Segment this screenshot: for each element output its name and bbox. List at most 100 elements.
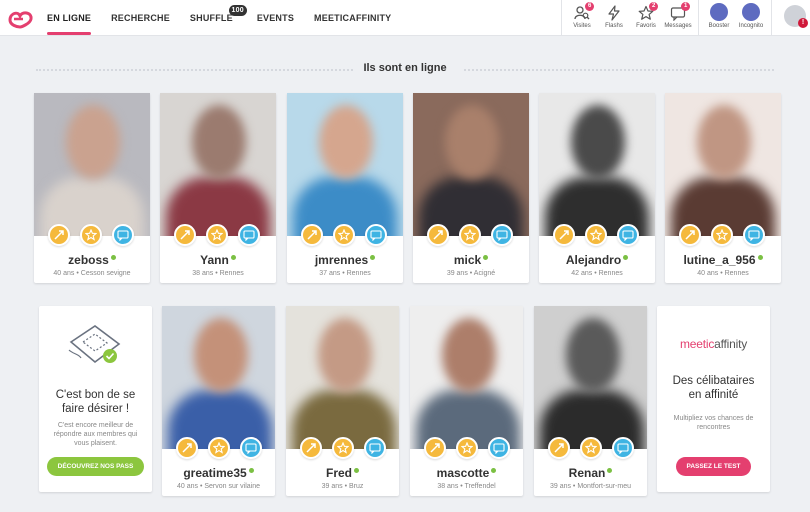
nav-meeticaffinity[interactable]: MEETICAFFINITY [314,0,391,36]
profile-photo[interactable] [413,93,529,236]
profile-name-row[interactable]: Renan [534,466,647,480]
tool-visites[interactable]: 6 Visites [566,0,598,36]
profile-photo[interactable] [410,306,523,449]
add-favorite-button[interactable] [206,224,228,246]
send-message-button[interactable] [617,224,639,246]
profile-name-row[interactable]: mick [413,253,529,267]
profile-card[interactable]: jmrennes 37 ans • Rennes [287,93,403,283]
send-flash-button[interactable] [679,224,701,246]
profile-photo[interactable] [665,93,781,236]
profile-card[interactable]: Fred 39 ans • Bruz [286,306,399,496]
photo-head [66,105,120,179]
divider [698,0,699,36]
nav-shuffle[interactable]: SHUFFLE 100 [190,0,247,36]
nav-recherche[interactable]: RECHERCHE [111,0,170,36]
profile-card[interactable]: mick 39 ans • Acigné [413,93,529,283]
send-message-button[interactable] [112,224,134,246]
add-favorite-button[interactable] [333,224,355,246]
meetic-logo[interactable] [6,7,36,29]
profile-card[interactable]: mascotte 38 ans • Treffendel [410,306,523,496]
add-favorite-button[interactable] [711,224,733,246]
add-favorite-button[interactable] [80,224,102,246]
send-message-button[interactable] [488,437,510,459]
profile-name-row[interactable]: Yann [160,253,276,267]
profile-actions [539,224,655,248]
profile-name-row[interactable]: Fred [286,466,399,480]
add-favorite-button[interactable] [580,437,602,459]
send-flash-button[interactable] [176,437,198,459]
profile-photo[interactable] [34,93,150,236]
profile-card[interactable]: Renan 39 ans • Montfort-sur-meu [534,306,647,496]
profile-photo[interactable] [160,93,276,236]
send-flash-button[interactable] [300,437,322,459]
profile-name: mick [453,253,482,267]
send-message-button[interactable] [612,437,634,459]
send-message-button[interactable] [240,437,262,459]
add-favorite-button[interactable] [456,437,478,459]
flash-icon [54,230,64,240]
tool-incognito[interactable]: Incognito [735,0,767,36]
profile-info: 38 ans • Treffendel [437,483,496,490]
profile-name-row[interactable]: greatime35 [162,466,275,480]
send-message-button[interactable] [364,437,386,459]
profile-info: 38 ans • Rennes [192,270,244,277]
star-icon [338,229,350,241]
star-icon [213,442,225,454]
star-icon [211,229,223,241]
send-flash-button[interactable] [301,224,323,246]
profile-photo[interactable] [539,93,655,236]
profile-name-row[interactable]: lutine_a_956 [665,253,781,267]
profile-card[interactable]: Alejandro 42 ans • Rennes [539,93,655,283]
promo-pass-card: C'est bon de se faire désirer ! C'est en… [39,306,152,492]
nav-en-ligne[interactable]: EN LIGNE [47,0,92,36]
tool-messages[interactable]: 1 Messages [662,0,694,36]
nav-events[interactable]: EVENTS [257,0,294,36]
send-flash-button[interactable] [427,224,449,246]
profile-photo[interactable] [286,306,399,449]
add-favorite-button[interactable] [585,224,607,246]
star-icon [590,229,602,241]
star-icon [464,229,476,241]
profile-actions [160,224,276,248]
photo-head [319,105,373,179]
send-message-button[interactable] [491,224,513,246]
profile-card[interactable]: greatime35 40 ans • Servon sur vilaine [162,306,275,496]
send-flash-button[interactable] [548,437,570,459]
send-flash-button[interactable] [424,437,446,459]
divider [561,0,562,36]
discover-pass-button[interactable]: DÉCOUVREZ NOS PASS [47,457,144,476]
add-favorite-button[interactable] [332,437,354,459]
add-favorite-button[interactable] [459,224,481,246]
tool-flashs[interactable]: Flashs [598,0,630,36]
send-message-button[interactable] [743,224,765,246]
tool-favoris[interactable]: 2 Favoris [630,0,662,36]
profile-card[interactable]: zeboss 40 ans • Cesson sevigne [34,93,150,283]
profile-card[interactable]: lutine_a_956 40 ans • Rennes [665,93,781,283]
meeticaffinity-logo: meeticaffinity [657,337,770,351]
profile-photo[interactable] [287,93,403,236]
profile-name-row[interactable]: mascotte [410,466,523,480]
message-icon [496,230,508,241]
star-icon [337,442,349,454]
profile-name-row[interactable]: Alejandro [539,253,655,267]
add-favorite-button[interactable] [208,437,230,459]
send-flash-button[interactable] [48,224,70,246]
tool-booster[interactable]: Booster [703,0,735,36]
take-test-button[interactable]: PASSEZ LE TEST [676,457,751,476]
photo-head [194,318,248,392]
profile-name-row[interactable]: zeboss [34,253,150,267]
profile-name-row[interactable]: jmrennes [287,253,403,267]
send-flash-button[interactable] [553,224,575,246]
send-message-button[interactable] [365,224,387,246]
alert-badge: ! [798,18,808,28]
send-flash-button[interactable] [174,224,196,246]
profile-info: 39 ans • Acigné [446,270,496,277]
section-title: Ils sont en ligne [0,62,810,74]
profile-photo[interactable] [162,306,275,449]
profile-card[interactable]: Yann 38 ans • Rennes [160,93,276,283]
profile-name: zeboss [68,253,109,267]
profile-name: mascotte [436,466,490,480]
user-menu[interactable]: ! [776,0,810,36]
send-message-button[interactable] [238,224,260,246]
profile-photo[interactable] [534,306,647,449]
